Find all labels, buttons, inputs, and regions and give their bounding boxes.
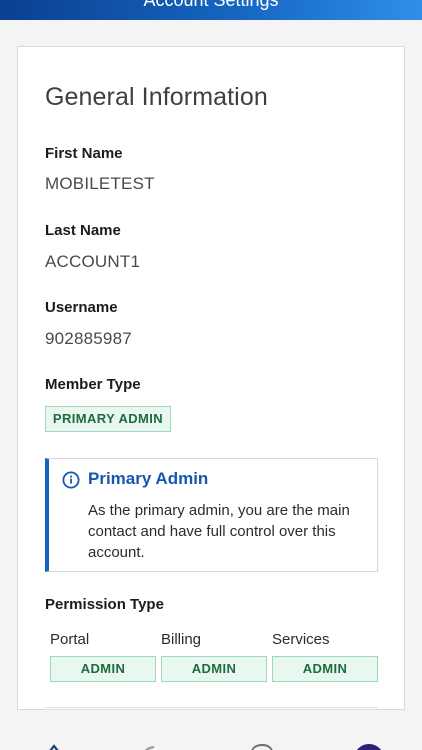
permission-billing-label: Billing xyxy=(161,631,202,648)
app-header: Account Settings xyxy=(0,0,422,20)
member-type-label: Member Type xyxy=(45,376,141,393)
primary-admin-info-box: Primary Admin As the primary admin, you … xyxy=(45,458,378,572)
last-name-value: ACCOUNT1 xyxy=(45,252,141,271)
permission-billing-badge: ADMIN xyxy=(161,656,267,682)
avatar[interactable] xyxy=(353,743,385,750)
info-box-text: As the primary admin, you are the main c… xyxy=(88,502,350,561)
bottom-navigation xyxy=(0,736,422,750)
member-type-badge: PRIMARY ADMIN xyxy=(45,406,171,432)
first-name-value: MOBILETEST xyxy=(45,174,155,193)
username-value: 902885987 xyxy=(45,329,132,348)
home-icon[interactable] xyxy=(44,744,64,750)
general-information-card: General Information First Name MOBILETES… xyxy=(17,46,405,710)
permission-services-label: Services xyxy=(272,631,330,648)
permission-type-label: Permission Type xyxy=(45,596,164,613)
permission-portal-badge: ADMIN xyxy=(50,656,156,682)
info-box-title: Primary Admin xyxy=(88,469,209,488)
header-title: Account Settings xyxy=(143,0,279,10)
info-icon xyxy=(62,471,80,489)
section-title: General Information xyxy=(45,83,268,111)
permission-portal-label: Portal xyxy=(50,631,90,648)
card-divider xyxy=(45,707,378,708)
phone-icon[interactable] xyxy=(140,744,158,750)
last-name-label: Last Name xyxy=(45,222,121,239)
username-label: Username xyxy=(45,299,118,316)
permission-services-badge: ADMIN xyxy=(272,656,378,682)
first-name-label: First Name xyxy=(45,145,123,162)
help-icon[interactable] xyxy=(249,744,275,750)
